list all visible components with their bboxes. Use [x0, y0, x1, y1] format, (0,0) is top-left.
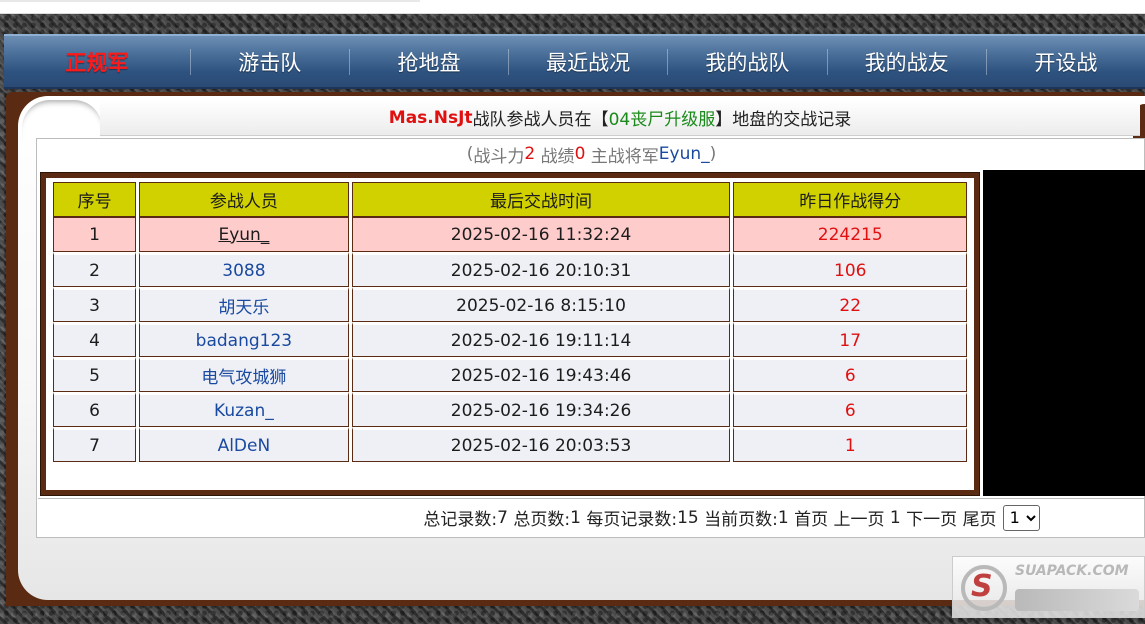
- last-page-link[interactable]: 尾页: [963, 505, 997, 530]
- panel-tab-corner: [22, 100, 102, 140]
- prev-page-link[interactable]: 上一页: [834, 505, 885, 530]
- cell-score: 6: [733, 357, 967, 392]
- table-row: 3 胡天乐 2025-02-16 8:15:10 22: [53, 287, 967, 322]
- battle-records-table: 序号 参战人员 最后交战时间 昨日作战得分 1 Eyun_ 2025-02-16…: [50, 182, 970, 462]
- table-row: 4 badang123 2025-02-16 19:11:14 17: [53, 322, 967, 357]
- nav-item-regular-army[interactable]: 正规军: [4, 34, 190, 89]
- first-page-link[interactable]: 首页: [794, 505, 828, 530]
- cell-score: 106: [733, 252, 967, 287]
- cell-time: 2025-02-16 20:10:31: [351, 252, 731, 287]
- cell-time: 2025-02-16 8:15:10: [351, 287, 731, 322]
- page-title: Mas.NsJt 战队参战人员在 【 04丧尸升级服 】 地盘的交战记录: [100, 100, 1140, 136]
- next-page-link[interactable]: 下一页: [906, 505, 957, 530]
- total-pages-value: 1: [570, 507, 581, 528]
- cell-member-link[interactable]: 胡天乐: [139, 287, 349, 322]
- col-header-no: 序号: [53, 182, 137, 217]
- record-value: 0: [574, 144, 586, 164]
- total-records-value: 7: [497, 507, 508, 528]
- server-name: 04丧尸升级服: [608, 110, 716, 130]
- record-label: 战绩: [540, 146, 575, 167]
- table-row: 1 Eyun_ 2025-02-16 11:32:24 224215: [53, 217, 967, 252]
- cell-score: 17: [733, 322, 967, 357]
- cell-score: 22: [733, 287, 967, 322]
- title-text-1: 战队参战人员在: [472, 110, 592, 130]
- nav-item-grab-territory[interactable]: 抢地盘: [350, 34, 508, 89]
- current-page-label: 当前页数:: [704, 510, 778, 530]
- stats-close-paren: ): [709, 144, 717, 164]
- cell-no: 2: [53, 252, 137, 287]
- site-watermark: S SUAPACK.COM: [952, 556, 1145, 618]
- cell-time: 2025-02-16 19:43:46: [351, 357, 731, 392]
- cell-no: 1: [53, 217, 137, 252]
- watermark-s-icon: S: [971, 569, 993, 604]
- watermark-bar: [1015, 589, 1139, 611]
- general-name[interactable]: Eyun_: [659, 144, 710, 164]
- side-black-pane: [983, 170, 1145, 496]
- cell-time: 2025-02-16 19:11:14: [351, 322, 731, 357]
- power-value: 2: [524, 144, 536, 164]
- general-label: 主战将军: [590, 146, 659, 167]
- cell-score: 6: [733, 392, 967, 427]
- nav-item-recent-battles[interactable]: 最近战况: [509, 34, 667, 89]
- page-number-link[interactable]: 1: [890, 508, 901, 528]
- nav-item-my-comrades[interactable]: 我的战友: [827, 34, 985, 89]
- total-pages-label: 总页数:: [513, 510, 571, 530]
- table-row: 7 AlDeN 2025-02-16 20:03:53 1: [53, 427, 967, 462]
- nav-item-open-battle[interactable]: 开设战: [987, 34, 1145, 89]
- title-text-2: 地盘的交战记录: [732, 110, 852, 130]
- table-row: 5 电气攻城狮 2025-02-16 19:43:46 6: [53, 357, 967, 392]
- stats-open-paren: (: [466, 144, 474, 164]
- cell-member-link[interactable]: Kuzan_: [139, 392, 349, 427]
- nav-item-my-team[interactable]: 我的战队: [668, 34, 826, 89]
- cell-time: 2025-02-16 20:03:53: [351, 427, 731, 462]
- per-page-label: 每页记录数:: [586, 510, 678, 530]
- cell-member-link[interactable]: 电气攻城狮: [139, 357, 349, 392]
- page-select[interactable]: 1: [1002, 504, 1040, 531]
- cell-no: 6: [53, 392, 137, 427]
- col-header-member: 参战人员: [139, 182, 349, 217]
- cell-member-link[interactable]: Eyun_: [139, 217, 349, 252]
- title-bracket-close: 】: [715, 110, 733, 130]
- cell-score: 224215: [733, 217, 967, 252]
- col-header-last-time: 最后交战时间: [351, 182, 731, 217]
- cell-member-link[interactable]: badang123: [139, 322, 349, 357]
- team-stats: ( 战斗力 2 战绩 0 主战将军 Eyun_ ): [37, 139, 1145, 169]
- cell-no: 7: [53, 427, 137, 462]
- table-header-row: 序号 参战人员 最后交战时间 昨日作战得分: [53, 182, 967, 217]
- cell-time: 2025-02-16 11:32:24: [351, 217, 731, 252]
- cell-member-link[interactable]: 3088: [139, 252, 349, 287]
- browser-top-strip: [0, 0, 1145, 14]
- main-nav-bar: 正规军 游击队 抢地盘 最近战况 我的战队 我的战友 开设战: [4, 34, 1145, 89]
- cell-no: 4: [53, 322, 137, 357]
- team-name: Mas.NsJt: [388, 107, 473, 128]
- pagination-bar: 总记录数: 7 总页数: 1 每页记录数: 15 当前页数: 1 首页 上一页 …: [38, 498, 1145, 536]
- browser-strip-fade: [0, 0, 420, 2]
- power-label: 战斗力: [473, 146, 525, 167]
- per-page-value: 15: [677, 507, 699, 528]
- nav-item-guerrilla[interactable]: 游击队: [191, 34, 349, 89]
- cell-score: 1: [733, 427, 967, 462]
- total-records-label: 总记录数:: [423, 510, 498, 530]
- col-header-score: 昨日作战得分: [733, 182, 967, 217]
- cell-no: 3: [53, 287, 137, 322]
- title-bracket-open: 【: [591, 110, 609, 130]
- watermark-text: SUAPACK.COM: [1015, 563, 1129, 579]
- cell-time: 2025-02-16 19:34:26: [351, 392, 731, 427]
- cell-member-link[interactable]: AlDeN: [139, 427, 349, 462]
- table-row: 2 3088 2025-02-16 20:10:31 106: [53, 252, 967, 287]
- cell-no: 5: [53, 357, 137, 392]
- table-row: 6 Kuzan_ 2025-02-16 19:34:26 6: [53, 392, 967, 427]
- current-page-value: 1: [777, 507, 789, 528]
